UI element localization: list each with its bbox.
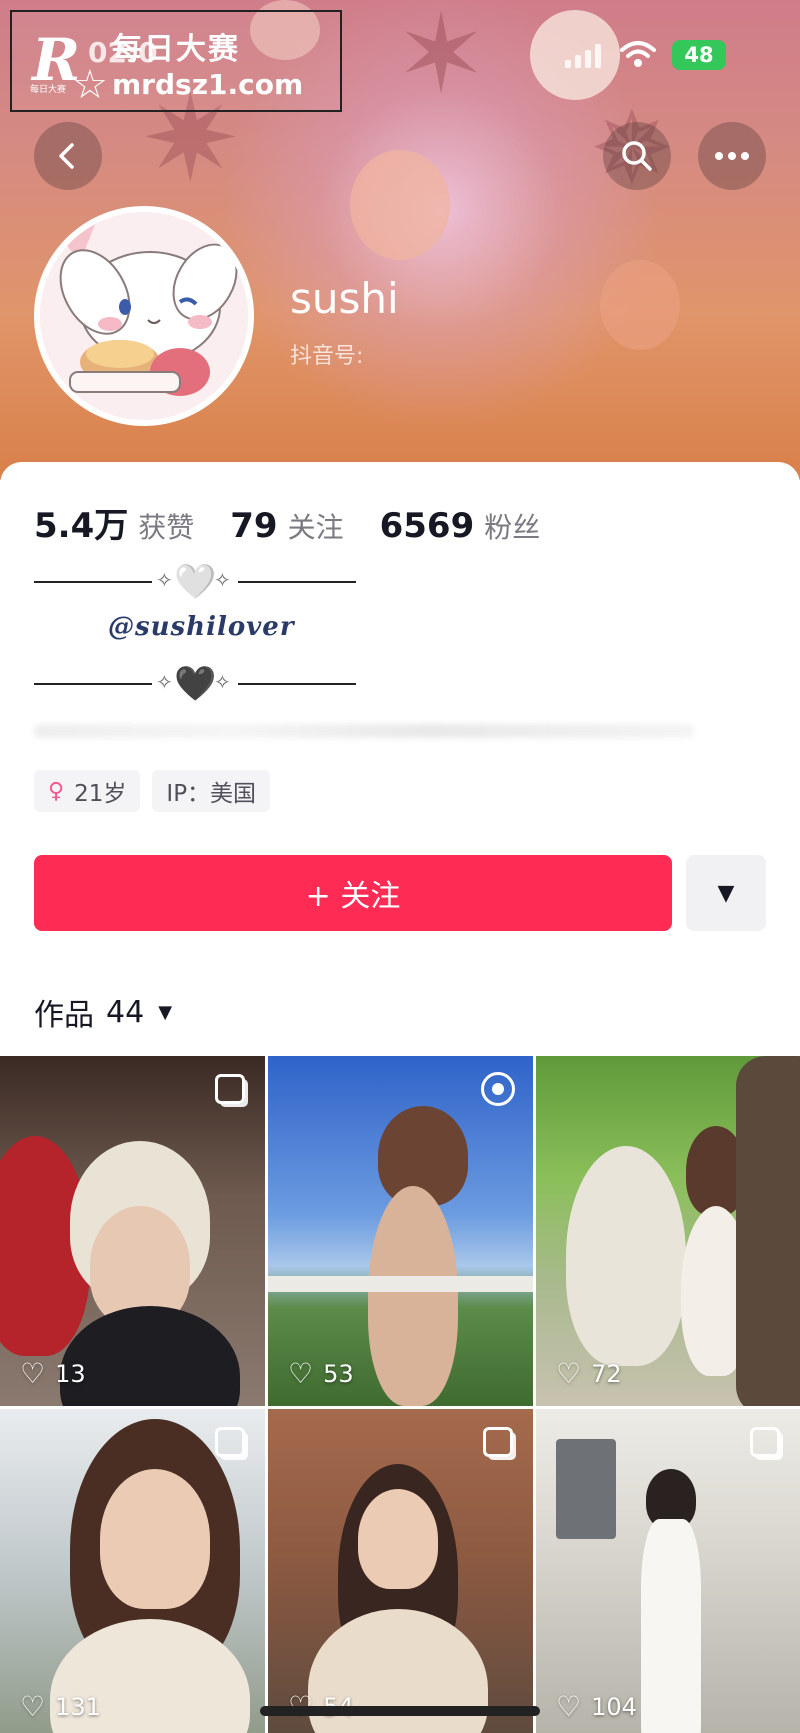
video-likes: ♡ 53 <box>288 1357 354 1390</box>
stat-followers[interactable]: 6569 粉丝 <box>380 506 541 546</box>
heart-outline-icon: ♡ <box>556 1357 582 1390</box>
thumbnail-figure <box>368 1186 458 1406</box>
likes-count: 104 <box>591 1692 637 1721</box>
likes-count: 13 <box>55 1359 86 1388</box>
wifi-icon <box>620 40 656 76</box>
profile-card: 5.4万 获赞 79 关注 6569 粉丝 ✧ 🤍 ✧ @sushilover … <box>0 462 800 1733</box>
video-thumbnail[interactable]: ♡ 53 <box>268 1056 533 1406</box>
home-indicator[interactable] <box>260 1706 540 1716</box>
back-button[interactable] <box>34 122 102 190</box>
sparkle-icon: ✧ <box>156 670 173 694</box>
works-label: 作品 <box>34 998 94 1033</box>
likes-count: 72 <box>591 1359 622 1388</box>
white-heart-icon: 🤍 <box>174 562 217 602</box>
profile-banner: ✶ ✷ ✵ 02:0 48 R ☆ 每日大赛 每日大赛 mrdsz1.com s… <box>0 0 800 480</box>
profile-tags: ♀ 21岁 IP：美国 <box>34 770 282 812</box>
thumbnail-figure <box>641 1519 701 1733</box>
age-text: 21岁 <box>74 781 127 807</box>
sparkle-icon: ✧ <box>156 568 173 592</box>
video-likes: ♡ 72 <box>556 1357 622 1390</box>
thumbnail-figure <box>556 1439 616 1539</box>
thumbnail-figure <box>100 1469 210 1609</box>
follow-button[interactable]: + 关注 <box>34 855 672 931</box>
divider-line <box>34 581 152 583</box>
watermark-logo-caption: 每日大赛 <box>30 85 67 95</box>
multi-image-icon <box>483 1427 513 1457</box>
more-button[interactable] <box>698 122 766 190</box>
sparkle-icon: ✧ <box>214 670 231 694</box>
live-photo-icon <box>481 1072 515 1106</box>
multi-image-icon <box>215 1074 245 1104</box>
video-likes: ♡ 131 <box>20 1690 101 1723</box>
douyin-id-label: 抖音号: <box>290 344 364 369</box>
video-thumbnail[interactable]: ♡ 72 <box>536 1056 800 1406</box>
blurred-bio-line <box>34 724 694 738</box>
tab-works[interactable]: 作品 44 ▼ <box>34 990 172 1034</box>
cellular-signal-icon <box>565 44 601 68</box>
watermark-title: 每日大赛 <box>112 32 240 67</box>
divider-line <box>238 581 356 583</box>
battery-indicator: 48 <box>672 40 726 70</box>
stat-following[interactable]: 79 关注 <box>230 506 343 546</box>
ip-text: IP：美国 <box>166 781 257 807</box>
banner-decoration <box>600 260 680 350</box>
search-button[interactable] <box>603 122 671 190</box>
black-heart-icon: 🖤 <box>174 664 217 704</box>
stat-label: 获赞 <box>138 511 195 544</box>
video-thumbnail[interactable]: ♡ 131 <box>0 1409 265 1733</box>
age-tag: ♀ 21岁 <box>34 770 141 812</box>
works-count: 44 <box>106 994 145 1030</box>
heart-outline-icon: ♡ <box>288 1357 314 1390</box>
divider-line <box>34 683 152 685</box>
multi-image-icon <box>750 1427 780 1457</box>
stat-value: 6569 <box>379 506 475 546</box>
profile-stats: 5.4万 获赞 79 关注 6569 粉丝 <box>34 498 576 547</box>
thumbnail-figure <box>60 1306 240 1406</box>
thumbnail-figure <box>358 1489 438 1589</box>
bio-signature: @sushilover <box>108 612 295 642</box>
stat-value: 5.4万 <box>34 506 129 546</box>
avatar-image <box>40 212 248 420</box>
search-icon <box>622 141 652 171</box>
thumbnail-figure <box>268 1276 533 1292</box>
bio-divider: ✧ 🖤 ✧ <box>34 664 356 704</box>
stat-label: 粉丝 <box>484 511 541 544</box>
multi-image-icon <box>215 1427 245 1457</box>
star-decoration-icon: ✶ <box>395 0 488 118</box>
female-icon: ♀ <box>48 778 65 804</box>
video-thumbnail[interactable]: ♡ 54 <box>268 1409 533 1733</box>
ip-tag: IP：美国 <box>152 770 271 812</box>
sparkle-icon: ✧ <box>214 568 231 592</box>
thumbnail-figure <box>736 1056 800 1406</box>
bio-divider: ✧ 🤍 ✧ <box>34 562 356 602</box>
heart-outline-icon: ♡ <box>556 1690 582 1723</box>
video-likes: ♡ 104 <box>556 1690 637 1723</box>
more-dots-icon <box>715 152 749 160</box>
video-thumbnail[interactable]: ♡ 13 <box>0 1056 265 1406</box>
username: sushi <box>290 274 399 323</box>
caret-down-icon: ▼ <box>717 880 735 906</box>
stat-label: 关注 <box>287 511 344 544</box>
video-thumbnail[interactable]: ♡ 104 <box>536 1409 800 1733</box>
watermark-url: mrdsz1.com <box>112 68 304 101</box>
likes-count: 131 <box>55 1692 101 1721</box>
caret-down-icon: ▼ <box>158 1001 173 1023</box>
more-actions-dropdown-button[interactable]: ▼ <box>686 855 766 931</box>
heart-outline-icon: ♡ <box>20 1690 46 1723</box>
heart-outline-icon: ♡ <box>20 1357 46 1390</box>
divider-line <box>238 683 356 685</box>
thumbnail-figure <box>566 1146 686 1366</box>
likes-count: 53 <box>323 1359 354 1388</box>
stat-likes[interactable]: 5.4万 获赞 <box>34 498 194 547</box>
watermark: R ☆ 每日大赛 每日大赛 mrdsz1.com <box>10 10 342 112</box>
video-likes: ♡ 13 <box>20 1357 86 1390</box>
chevron-left-icon <box>59 143 74 169</box>
avatar[interactable] <box>34 206 254 426</box>
star-icon: ☆ <box>72 62 108 108</box>
banner-decoration <box>350 150 450 260</box>
stat-value: 79 <box>230 506 278 546</box>
